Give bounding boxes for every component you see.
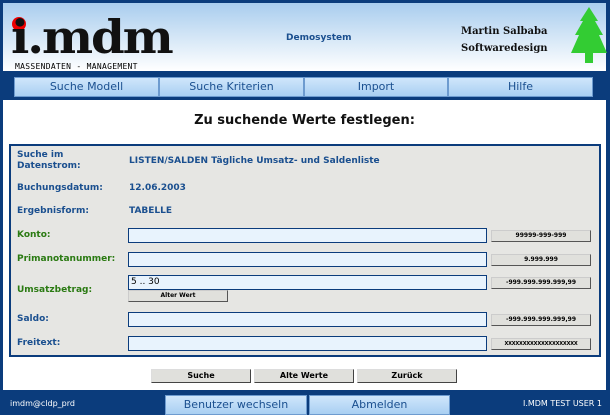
konto-input[interactable] [128,228,487,243]
alte-werte-button[interactable]: Alte Werte [254,369,354,383]
logo: i.mdm [11,10,174,64]
primanotanummer-format-button[interactable]: 9.999.999 [491,254,591,266]
label-konto: Konto: [17,230,51,240]
page-title: Zu suchende Werte festlegen: [194,113,415,128]
author-name: Martin Salbaba [461,26,548,37]
abmelden-button[interactable]: Abmelden [309,395,450,415]
umsatzbetrag-input[interactable]: 5 .. 30 [128,275,487,290]
alter-wert-button[interactable]: Alter Wert [128,290,228,302]
connection-info: imdm@cldp_prd [10,399,75,408]
author: Martin Salbaba Softwaredesign [461,23,548,57]
primanotanummer-input[interactable] [128,252,487,267]
freitext-format-button[interactable]: XXXXXXXXXXXXXXXXXXXX [491,338,591,350]
label-buchungsdatum: Buchungsdatum: [17,183,103,193]
label-ergebnisform: Ergebnisform: [17,206,89,216]
nav-import[interactable]: Import [304,77,448,97]
saldo-format-button[interactable]: -999.999.999.999,99 [491,314,591,326]
tree-icon [571,7,607,63]
benutzer-wechseln-button[interactable]: Benutzer wechseln [165,395,307,415]
author-company: Softwaredesign [461,43,548,54]
logo-subtitle: MASSENDATEN - MANAGEMENT [15,62,138,71]
konto-format-button[interactable]: 99999-999-999 [491,230,591,242]
zurueck-button[interactable]: Zurück [357,369,457,383]
umsatzbetrag-format-button[interactable]: -999.999.999.999,99 [491,277,591,289]
value-datenstrom: LISTEN/SALDEN Tägliche Umsatz- und Salde… [129,156,380,166]
freitext-input[interactable] [128,336,487,351]
label-umsatzbetrag: Umsatzbetrag: [17,285,93,295]
label-saldo: Saldo: [17,314,49,324]
saldo-input[interactable] [128,312,487,327]
label-primanotanummer: Primanotanummer: [17,254,116,264]
header: i.mdm MASSENDATEN - MANAGEMENT Demosyste… [3,3,607,71]
nav-suche-kriterien[interactable]: Suche Kriterien [159,77,304,97]
nav-hilfe[interactable]: Hilfe [448,77,593,97]
system-name: Demosystem [286,33,352,43]
suche-button[interactable]: Suche [151,369,251,383]
value-buchungsdatum: 12.06.2003 [129,183,186,193]
nav-suche-modell[interactable]: Suche Modell [14,77,159,97]
current-user: I.MDM TEST USER 1 [522,399,602,408]
value-ergebnisform: TABELLE [129,206,173,216]
label-freitext: Freitext: [17,338,61,348]
label-datenstrom: Suche im Datenstrom: [17,150,81,171]
